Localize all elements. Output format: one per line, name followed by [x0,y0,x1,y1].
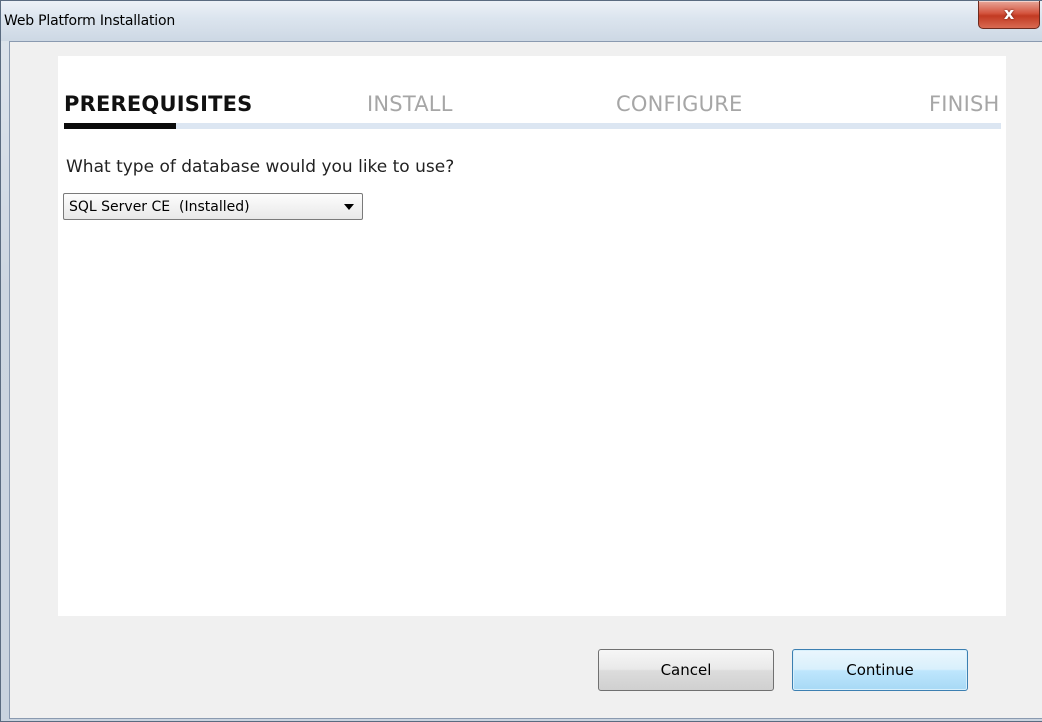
close-button[interactable]: x [978,1,1040,29]
step-configure: CONFIGURE [616,92,743,116]
continue-button[interactable]: Continue [792,649,968,691]
dialog-window: Web Platform Installation x PREREQUISITE… [0,0,1042,722]
database-select-value: SQL Server CE (Installed) [69,199,250,215]
title-bar[interactable]: Web Platform Installation x [1,1,1042,41]
wizard-progress-track [64,123,1001,129]
wizard-progress-fill [64,123,176,129]
database-question: What type of database would you like to … [66,157,455,177]
step-install: INSTALL [367,92,453,116]
database-type-select[interactable]: SQL Server CE (Installed) [63,193,363,220]
content-panel [58,56,1006,616]
chevron-down-icon [344,204,354,210]
step-finish: FINISH [929,92,1000,116]
step-prerequisites: PREREQUISITES [64,92,253,116]
window-title: Web Platform Installation [4,13,176,29]
close-icon: x [1003,4,1015,23]
cancel-button[interactable]: Cancel [598,649,774,691]
